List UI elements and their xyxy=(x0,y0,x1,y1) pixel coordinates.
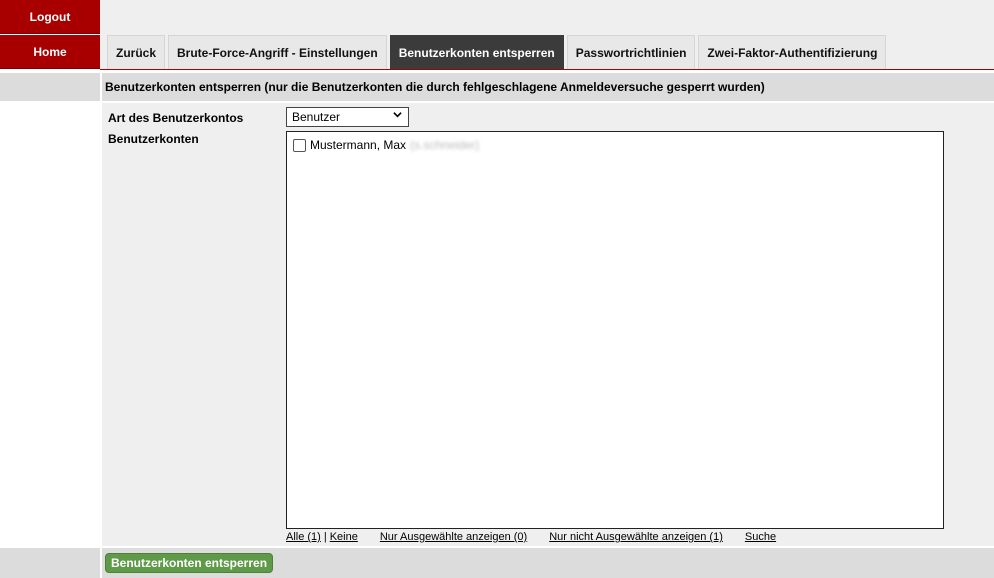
unlock-accounts-button[interactable]: Benutzerkonten entsperren xyxy=(105,553,274,573)
home-button[interactable]: Home xyxy=(0,35,100,69)
account-type-value: Benutzer xyxy=(292,110,341,124)
search-link[interactable]: Suche xyxy=(745,531,776,543)
tab-back[interactable]: Zurück xyxy=(107,35,166,69)
tab-divider xyxy=(100,69,994,70)
tab-two-factor-auth[interactable]: Zwei-Faktor-Authentifizierung xyxy=(698,35,887,69)
show-unselected-link[interactable]: Nur nicht Ausgewählte anzeigen (1) xyxy=(549,531,723,543)
list-item[interactable]: Mustermann, Max (s.schneider) xyxy=(293,138,479,152)
select-none-link[interactable]: Keine xyxy=(330,531,358,543)
select-all-link[interactable]: Alle (1) xyxy=(286,531,321,543)
left-gutter-footer xyxy=(0,548,100,578)
footer-bar: Benutzerkonten entsperren xyxy=(102,548,994,578)
filter-links: Alle (1) | Keine Nur Ausgewählte anzeige… xyxy=(286,531,776,543)
logout-button[interactable]: Logout xyxy=(0,0,100,34)
account-detail: (s.schneider) xyxy=(410,138,480,152)
tab-password-policies[interactable]: Passwortrichtlinien xyxy=(566,35,696,69)
accounts-label: Benutzerkonten xyxy=(108,132,199,146)
tab-unlock-accounts[interactable]: Benutzerkonten entsperren xyxy=(389,35,564,69)
account-type-select[interactable]: Benutzer xyxy=(286,107,409,127)
section-title: Benutzerkonten entsperren (nur die Benut… xyxy=(102,73,994,101)
accounts-list[interactable]: Mustermann, Max (s.schneider) xyxy=(286,131,944,529)
form-panel: Art des Benutzerkontos Benutzer Benutzer… xyxy=(102,103,994,546)
account-checkbox[interactable] xyxy=(293,138,306,152)
left-gutter-header xyxy=(0,73,100,101)
link-separator: | xyxy=(323,531,327,543)
tab-bar: Zurück Brute-Force-Angriff - Einstellung… xyxy=(107,35,889,69)
chevron-down-icon xyxy=(393,110,402,122)
account-type-label: Art des Benutzerkontos xyxy=(108,111,244,125)
tab-brute-force-settings[interactable]: Brute-Force-Angriff - Einstellungen xyxy=(168,35,387,69)
show-selected-link[interactable]: Nur Ausgewählte anzeigen (0) xyxy=(380,531,527,543)
account-name: Mustermann, Max xyxy=(310,138,407,152)
